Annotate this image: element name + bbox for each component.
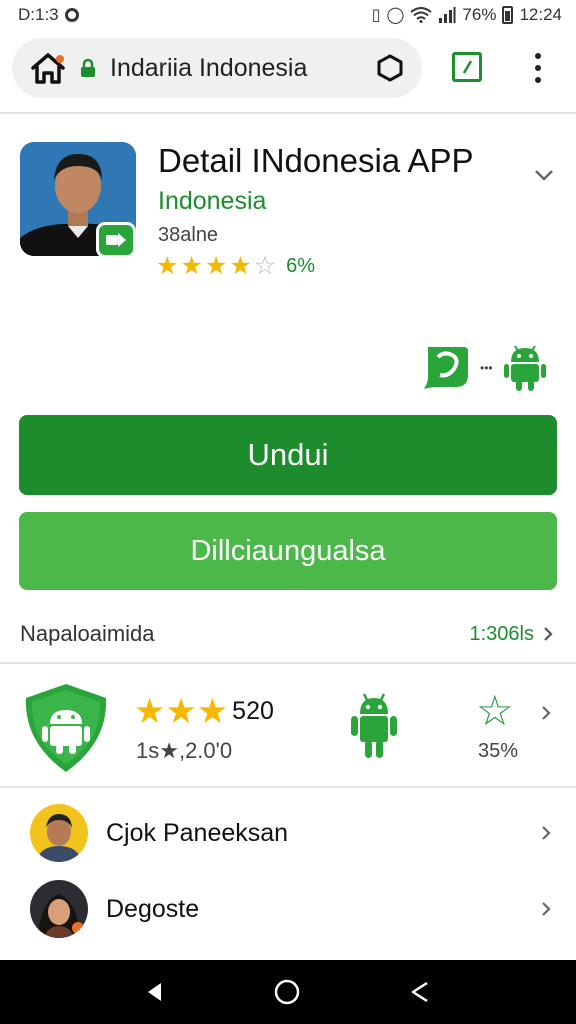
- battery-icon: [502, 6, 514, 24]
- overflow-menu-icon[interactable]: [528, 50, 548, 86]
- avatar: [30, 880, 88, 938]
- avatar-image: [30, 880, 88, 938]
- chevron-down-icon[interactable]: [534, 168, 554, 182]
- recents-icon[interactable]: [407, 979, 433, 1005]
- menu-dot: [535, 53, 541, 59]
- list-item-label: Degoste: [106, 894, 200, 923]
- list-item[interactable]: Degoste: [0, 872, 576, 946]
- stats-sub-text: 1s★,2.0'0: [136, 738, 233, 763]
- star-icon: ★: [134, 692, 166, 731]
- clock: 12:24: [519, 5, 562, 24]
- signal-icon: [439, 7, 456, 23]
- star-icon: ★: [196, 692, 229, 731]
- star-outline-icon: ☆: [476, 687, 514, 734]
- star-icon: ★: [180, 252, 203, 280]
- app-rating: ★ ★ ★ ★ ☆ 6%: [156, 254, 315, 279]
- menu-dot: [535, 65, 541, 71]
- app-title: Detail INdonesia APP: [158, 142, 474, 179]
- star-outline-icon: ☆: [253, 252, 277, 280]
- home-icon[interactable]: [30, 51, 66, 85]
- status-right: ▯ ◯ 76% 12:24: [372, 5, 562, 25]
- info-row[interactable]: Napaloaimida 1:306ls: [0, 606, 576, 664]
- browser-toolbar: Indariia Indonesia: [0, 30, 576, 114]
- home-nav-icon[interactable]: [273, 978, 301, 1006]
- info-label: Napaloaimida: [20, 621, 155, 646]
- star-icon: ★: [156, 252, 179, 280]
- star-icon: ★: [229, 252, 252, 280]
- stats-stars: ★ ★ ★ 520: [134, 694, 274, 729]
- status-left-text: D:1:3: [18, 5, 59, 24]
- lock-icon: [81, 58, 95, 77]
- alarm-icon: ◯: [386, 7, 405, 24]
- stats-row[interactable]: ★ ★ ★ 520 1s★,2.0'0 ☆ 35%: [0, 668, 576, 788]
- notification-icon: [64, 8, 79, 22]
- android-icon: [503, 345, 546, 391]
- battery-percent: 76%: [462, 5, 497, 24]
- avatar-image: [30, 804, 88, 862]
- tabs-icon[interactable]: [452, 52, 482, 82]
- system-nav-bar: [0, 960, 576, 1024]
- forward-icon: [106, 233, 126, 247]
- tab-slash-icon: [462, 60, 473, 74]
- back-icon[interactable]: [143, 980, 167, 1004]
- status-left: D:1:3: [18, 5, 79, 25]
- platform-icons: •••: [420, 344, 547, 392]
- star-icon: ★: [165, 692, 197, 731]
- android-icon: [351, 693, 397, 758]
- avatar: [30, 804, 88, 862]
- platform-separator-icon: •••: [480, 361, 493, 375]
- vibrate-icon: ▯: [371, 7, 381, 24]
- app-badge-icon: [96, 222, 136, 258]
- menu-dot: [535, 77, 541, 83]
- app-size: 38alne: [158, 224, 219, 246]
- info-value-group: 1:306ls: [470, 623, 555, 646]
- address-bar[interactable]: Indariia Indonesia: [12, 38, 422, 98]
- app-rating-text: 6%: [286, 255, 316, 277]
- secondary-action-button[interactable]: Dillciaungualsa: [19, 512, 557, 590]
- status-bar: D:1:3 ▯ ◯ 76% 12:24: [0, 0, 576, 30]
- wifi-icon: [410, 7, 433, 23]
- stats-percent: 35%: [478, 740, 519, 762]
- url-text: Indariia Indonesia: [110, 53, 308, 82]
- list-item-label: Cjok Paneeksan: [106, 818, 289, 847]
- shield-icon[interactable]: [376, 54, 404, 82]
- star-icon: ★: [204, 252, 228, 280]
- chat-bubble-icon: [424, 347, 468, 389]
- info-value: 1:306ls: [469, 622, 535, 645]
- android-shield-icon: [25, 684, 107, 772]
- chevron-right-icon: [542, 902, 551, 916]
- chevron-right-icon: [544, 627, 553, 641]
- stats-count: 520: [232, 697, 274, 725]
- app-developer[interactable]: Indonesia: [158, 187, 266, 216]
- chevron-right-icon: [542, 826, 551, 840]
- download-button[interactable]: Undui: [19, 415, 557, 495]
- chevron-right-icon[interactable]: [540, 704, 552, 722]
- list-item[interactable]: Cjok Paneeksan: [0, 796, 576, 870]
